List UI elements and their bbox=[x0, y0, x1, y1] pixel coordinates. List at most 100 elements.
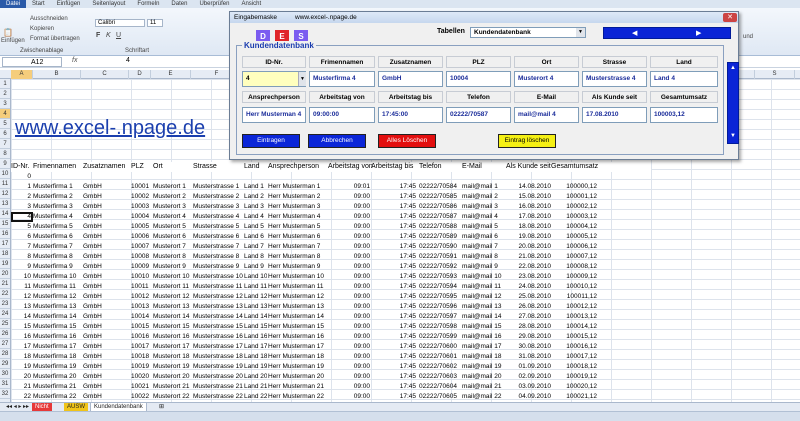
table-cell[interactable]: 2 bbox=[11, 192, 31, 202]
table-cell[interactable]: 09:00 bbox=[328, 212, 370, 222]
table-cell[interactable]: 17:45 bbox=[371, 342, 416, 352]
active-cell[interactable] bbox=[11, 212, 33, 222]
table-cell[interactable]: 10007 bbox=[131, 242, 152, 252]
table-cell[interactable]: 10019 bbox=[131, 362, 152, 372]
table-cell[interactable]: 09:00 bbox=[328, 222, 370, 232]
row-header-2[interactable]: 2 bbox=[0, 89, 10, 99]
table-cell[interactable]: Musterfirma 22 bbox=[33, 392, 81, 402]
table-cell[interactable]: mail@mail 2 bbox=[462, 192, 504, 202]
table-cell[interactable]: 31.08.2010 bbox=[506, 352, 551, 362]
table-cell[interactable]: 09:00 bbox=[328, 242, 370, 252]
field-input[interactable]: 4 bbox=[242, 71, 306, 87]
table-cell[interactable]: 100000,12 bbox=[551, 182, 597, 192]
table-cell[interactable]: GmbH bbox=[83, 212, 129, 222]
table-cell[interactable]: 17:45 bbox=[371, 192, 416, 202]
table-cell[interactable]: 17:45 bbox=[371, 322, 416, 332]
name-box[interactable]: A12 bbox=[2, 57, 62, 67]
table-cell[interactable]: GmbH bbox=[83, 312, 129, 322]
table-cell[interactable]: 100015,12 bbox=[551, 332, 597, 342]
table-cell[interactable]: Herr Musterman 7 bbox=[268, 242, 326, 252]
table-cell[interactable]: 09:00 bbox=[328, 372, 370, 382]
table-cell[interactable]: 100008,12 bbox=[551, 262, 597, 272]
table-cell[interactable]: mail@mail 20 bbox=[462, 372, 504, 382]
table-cell[interactable]: 7 bbox=[11, 242, 31, 252]
table-cell[interactable]: mail@mail 12 bbox=[462, 292, 504, 302]
field-input[interactable]: 17:45:00 bbox=[378, 107, 443, 123]
table-cell[interactable]: 100014,12 bbox=[551, 322, 597, 332]
table-cell[interactable]: 02222/70604 bbox=[419, 382, 459, 392]
table-cell[interactable]: 10021 bbox=[131, 382, 152, 392]
table-cell[interactable]: 10012 bbox=[131, 292, 152, 302]
table-cell[interactable]: Musterfirma 21 bbox=[33, 382, 81, 392]
table-cell[interactable]: 100021,12 bbox=[551, 392, 597, 402]
table-cell[interactable]: 16 bbox=[11, 332, 31, 342]
formula-input[interactable]: 4 bbox=[126, 57, 130, 64]
table-cell[interactable]: 12 bbox=[11, 292, 31, 302]
table-cell[interactable]: 10010 bbox=[131, 272, 152, 282]
table-cell[interactable]: 02222/70599 bbox=[419, 332, 459, 342]
table-cell[interactable]: 17:45 bbox=[371, 262, 416, 272]
row-header-26[interactable]: 26 bbox=[0, 329, 10, 339]
row-header-5[interactable]: 5 bbox=[0, 119, 10, 129]
table-cell[interactable]: Herr Musterman 19 bbox=[268, 362, 326, 372]
table-cell[interactable]: 19 bbox=[11, 362, 31, 372]
table-cell[interactable]: mail@mail 19 bbox=[462, 362, 504, 372]
close-icon[interactable]: ✕ bbox=[723, 13, 737, 22]
table-cell[interactable]: Musterort 14 bbox=[153, 312, 191, 322]
table-cell[interactable]: 6 bbox=[11, 232, 31, 242]
field-input[interactable]: GmbH bbox=[378, 71, 443, 87]
table-cell[interactable]: Land 10 bbox=[244, 272, 267, 282]
id-dropdown-chevron-icon[interactable]: ▼ bbox=[298, 72, 306, 86]
table-cell[interactable]: 02222/70584 bbox=[419, 182, 459, 192]
scroll-down-icon[interactable]: ▼ bbox=[728, 133, 738, 139]
table-cell[interactable]: 100007,12 bbox=[551, 252, 597, 262]
table-cell[interactable]: mail@mail 3 bbox=[462, 202, 504, 212]
table-cell[interactable]: 15.08.2010 bbox=[506, 192, 551, 202]
table-cell[interactable]: mail@mail 11 bbox=[462, 282, 504, 292]
table-cell[interactable]: 17:45 bbox=[371, 332, 416, 342]
table-cell[interactable]: 02222/70605 bbox=[419, 392, 459, 402]
table-cell[interactable]: GmbH bbox=[83, 292, 129, 302]
table-cell[interactable]: Herr Musterman 11 bbox=[268, 282, 326, 292]
table-cell[interactable]: Herr Musterman 9 bbox=[268, 262, 326, 272]
table-cell[interactable]: 17:45 bbox=[371, 312, 416, 322]
table-cell[interactable]: 19.08.2010 bbox=[506, 232, 551, 242]
table-cell[interactable]: Musterort 11 bbox=[153, 282, 191, 292]
table-cell[interactable]: Musterort 5 bbox=[153, 222, 191, 232]
table-cell[interactable]: 02222/70594 bbox=[419, 282, 459, 292]
row-header-9[interactable]: 9 bbox=[0, 159, 10, 169]
table-cell[interactable]: 09:00 bbox=[328, 312, 370, 322]
copy-button[interactable]: Kopieren bbox=[30, 26, 54, 32]
table-cell[interactable]: 10003 bbox=[131, 202, 152, 212]
table-cell[interactable]: Land 19 bbox=[244, 362, 267, 372]
field-input[interactable]: 17.08.2010 bbox=[582, 107, 647, 123]
table-cell[interactable]: Musterfirma 12 bbox=[33, 292, 81, 302]
table-cell[interactable]: 22 bbox=[11, 392, 31, 402]
table-cell[interactable]: 100013,12 bbox=[551, 312, 597, 322]
table-cell[interactable]: 18 bbox=[11, 352, 31, 362]
table-cell[interactable]: 09:00 bbox=[328, 362, 370, 372]
table-cell[interactable]: 17:45 bbox=[371, 372, 416, 382]
table-cell[interactable]: Musterstrasse 19 bbox=[193, 362, 243, 372]
site-url-link[interactable]: www.excel-.npage.de bbox=[15, 117, 205, 140]
table-cell[interactable]: 100005,12 bbox=[551, 232, 597, 242]
table-cell[interactable]: Musterort 12 bbox=[153, 292, 191, 302]
table-cell[interactable]: 02222/70588 bbox=[419, 222, 459, 232]
table-cell[interactable]: 100017,12 bbox=[551, 352, 597, 362]
table-cell[interactable]: Musterfirma 13 bbox=[33, 302, 81, 312]
table-cell[interactable]: mail@mail 22 bbox=[462, 392, 504, 402]
table-cell[interactable]: 02222/70602 bbox=[419, 362, 459, 372]
table-cell[interactable]: 100012,12 bbox=[551, 302, 597, 312]
table-cell[interactable]: Herr Musterman 18 bbox=[268, 352, 326, 362]
table-cell[interactable]: Land 21 bbox=[244, 382, 267, 392]
table-cell[interactable]: GmbH bbox=[83, 272, 129, 282]
table-cell[interactable]: 10002 bbox=[131, 192, 152, 202]
table-cell[interactable]: Herr Musterman 3 bbox=[268, 202, 326, 212]
table-cell[interactable]: 100019,12 bbox=[551, 372, 597, 382]
table-cell[interactable]: 11 bbox=[11, 282, 31, 292]
table-cell[interactable]: Herr Musterman 5 bbox=[268, 222, 326, 232]
table-cell[interactable]: Musterfirma 10 bbox=[33, 272, 81, 282]
table-cell[interactable]: 15 bbox=[11, 322, 31, 332]
table-cell[interactable]: 02222/70592 bbox=[419, 262, 459, 272]
row-header-21[interactable]: 21 bbox=[0, 279, 10, 289]
